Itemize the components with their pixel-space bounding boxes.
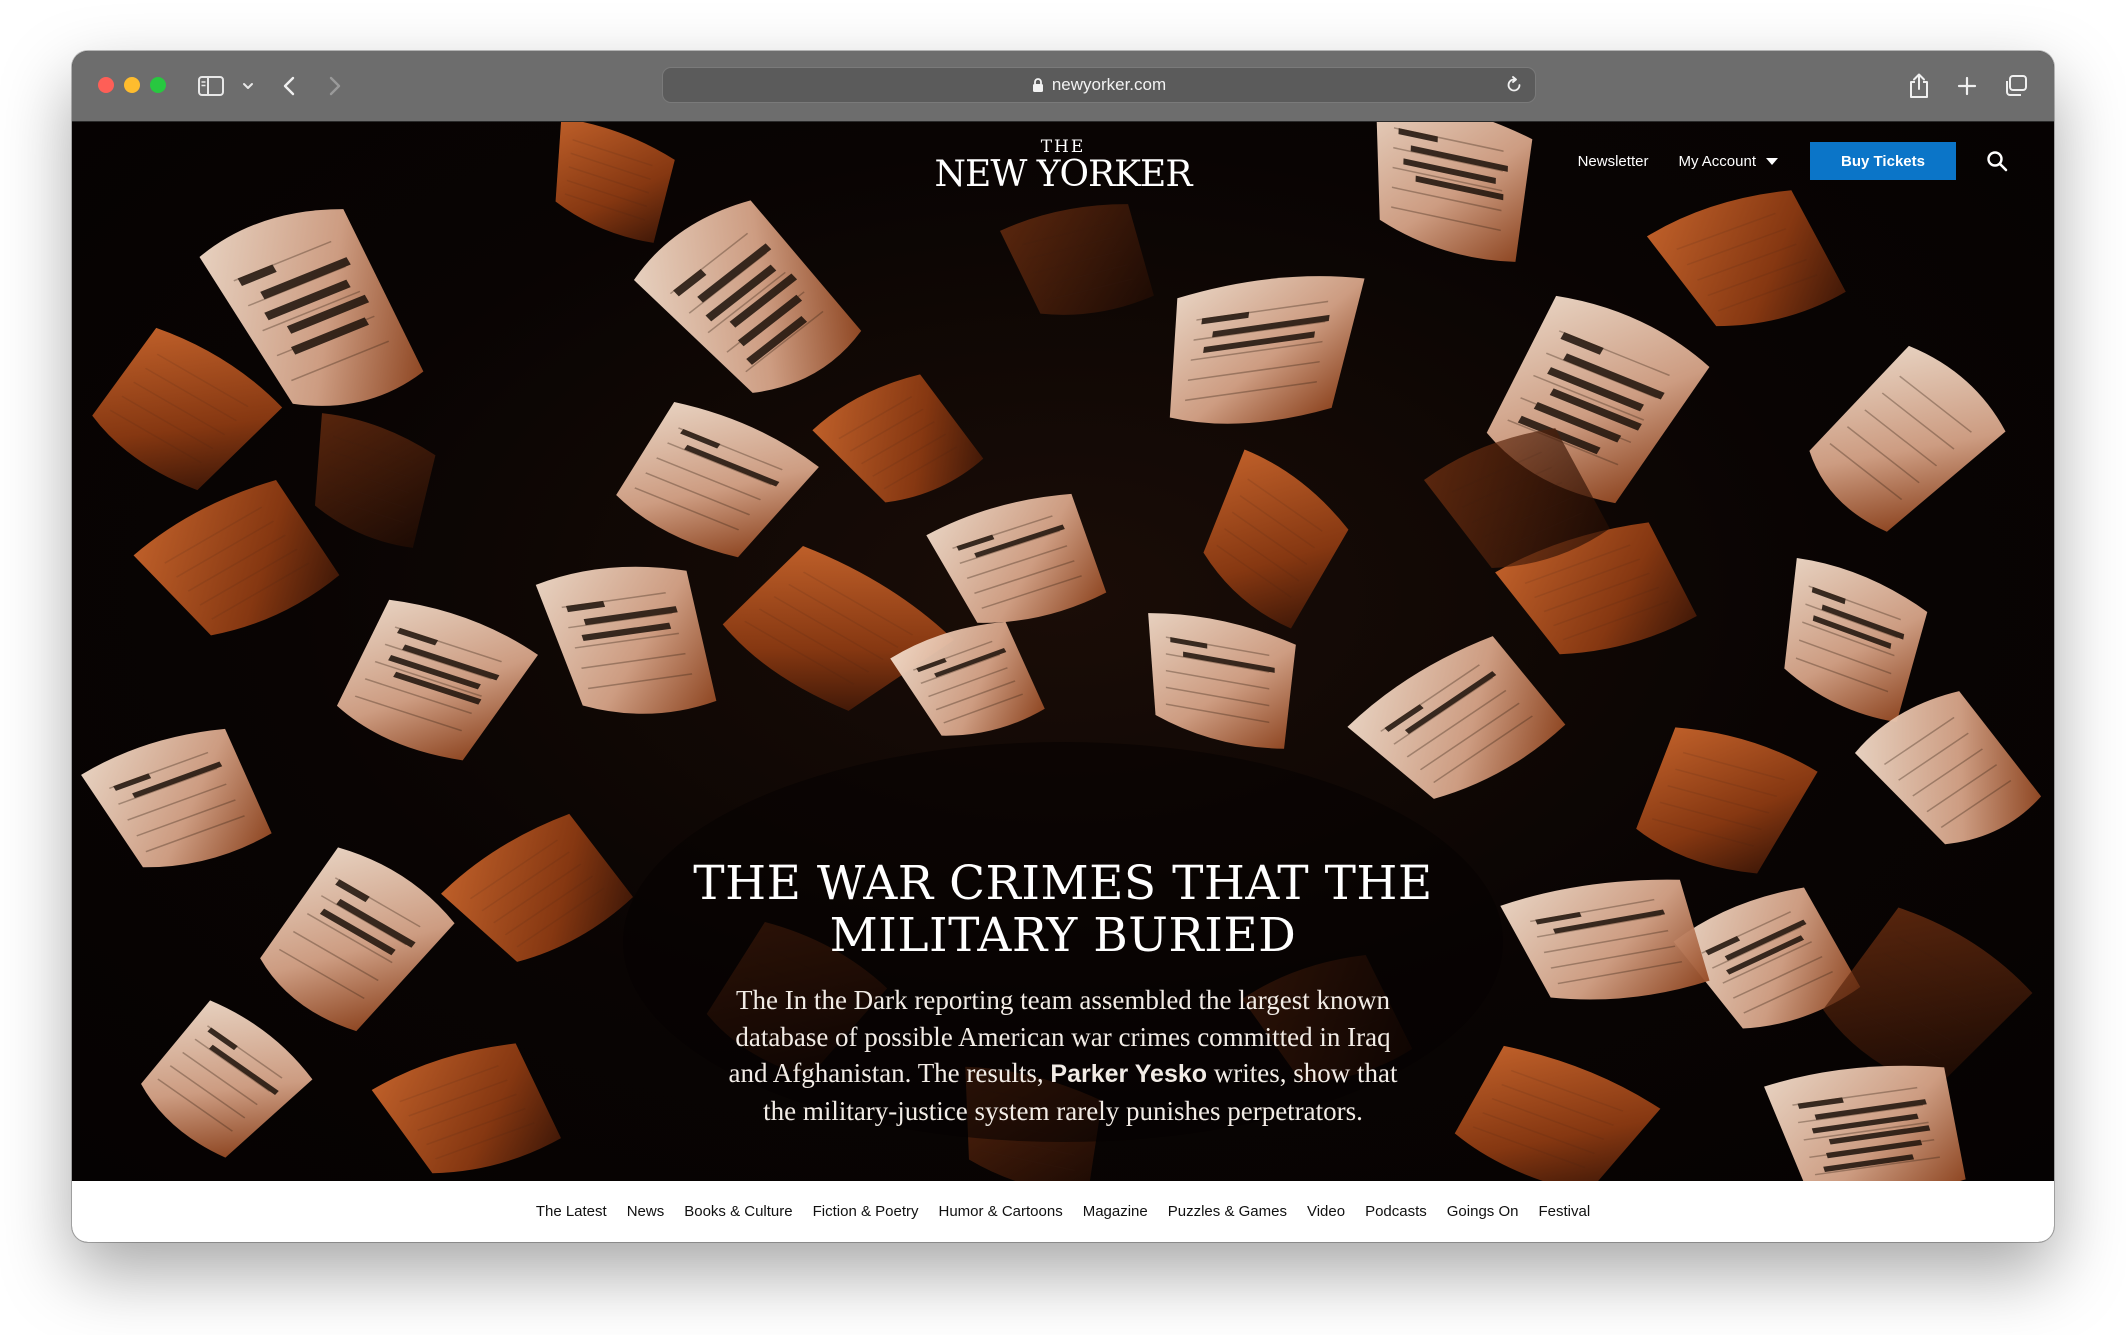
flying-document xyxy=(812,374,984,503)
section-nav-item[interactable]: Humor & Cartoons xyxy=(938,1203,1062,1220)
flying-document xyxy=(1169,276,1365,424)
flying-document xyxy=(371,1043,561,1174)
author-name[interactable]: Parker Yesko xyxy=(1050,1060,1207,1088)
flying-document xyxy=(336,599,538,761)
newsletter-link[interactable]: Newsletter xyxy=(1578,153,1649,170)
section-nav-item[interactable]: Magazine xyxy=(1083,1203,1148,1220)
flying-document xyxy=(260,847,455,1032)
browser-titlebar: newyorker.com xyxy=(72,51,2054,122)
header-actions: Newsletter My Account Buy Tickets xyxy=(1578,142,2008,180)
hero-section: THE NEW YORKER Newsletter My Account Buy… xyxy=(72,122,2054,1181)
flying-document xyxy=(1500,879,1710,1000)
section-nav-item[interactable]: Books & Culture xyxy=(684,1203,792,1220)
flying-document xyxy=(1000,204,1154,315)
section-nav-item[interactable]: Video xyxy=(1307,1203,1345,1220)
flying-document xyxy=(616,402,819,558)
section-nav-item[interactable]: Puzzles & Games xyxy=(1168,1203,1287,1220)
browser-window: newyorker.com THE NEW YORKER Newsletter … xyxy=(72,51,2054,1242)
section-nav-item[interactable]: Fiction & Poetry xyxy=(813,1203,919,1220)
flying-document xyxy=(92,327,283,491)
flying-document xyxy=(1636,727,1818,874)
section-nav-item[interactable]: Podcasts xyxy=(1365,1203,1427,1220)
reload-icon[interactable] xyxy=(1505,76,1523,99)
forward-arrow-icon[interactable] xyxy=(328,71,342,101)
flying-document xyxy=(1347,636,1566,799)
flying-document xyxy=(1784,558,1928,723)
article-dek: The In the Dark reporting team assembled… xyxy=(713,982,1413,1129)
flying-document xyxy=(926,493,1107,623)
chevron-down-icon[interactable] xyxy=(242,71,254,101)
url-text: newyorker.com xyxy=(1051,75,1167,94)
share-icon[interactable] xyxy=(1908,71,1930,101)
search-icon[interactable] xyxy=(1986,150,2008,172)
close-window-button[interactable] xyxy=(98,77,114,93)
flying-document xyxy=(441,813,634,962)
flying-document xyxy=(1148,613,1296,749)
buy-tickets-button[interactable]: Buy Tickets xyxy=(1810,142,1956,180)
my-account-menu[interactable]: My Account xyxy=(1678,153,1778,170)
section-nav-item[interactable]: Festival xyxy=(1538,1203,1590,1220)
flying-document xyxy=(1809,345,2006,532)
flying-document xyxy=(1646,190,1846,327)
flying-document xyxy=(535,566,717,714)
new-tab-icon[interactable] xyxy=(1957,71,1977,101)
section-nav-item[interactable]: News xyxy=(627,1203,665,1220)
article-headline[interactable]: The War Crimes That the Military Buried xyxy=(663,858,1463,962)
minimize-window-button[interactable] xyxy=(124,77,140,93)
flying-document xyxy=(314,413,436,548)
flying-document xyxy=(141,1000,313,1158)
caret-down-icon xyxy=(1766,157,1778,165)
flying-document xyxy=(633,200,862,393)
flying-document xyxy=(1203,449,1349,629)
zoom-window-button[interactable] xyxy=(150,77,166,93)
flying-document xyxy=(1454,1045,1661,1181)
flying-document xyxy=(81,728,272,868)
section-nav-item[interactable]: Goings On xyxy=(1447,1203,1519,1220)
address-bar[interactable]: newyorker.com xyxy=(662,67,1536,103)
my-account-label: My Account xyxy=(1678,152,1756,170)
section-nav-item[interactable]: The Latest xyxy=(536,1203,607,1220)
tab-overview-icon[interactable] xyxy=(2004,71,2028,101)
section-nav: The Latest News Books & Culture Fiction & P… xyxy=(72,1181,2054,1242)
sidebar-toggle-icon[interactable] xyxy=(198,71,224,101)
back-arrow-icon[interactable] xyxy=(282,71,296,101)
lock-icon xyxy=(1032,78,1043,92)
